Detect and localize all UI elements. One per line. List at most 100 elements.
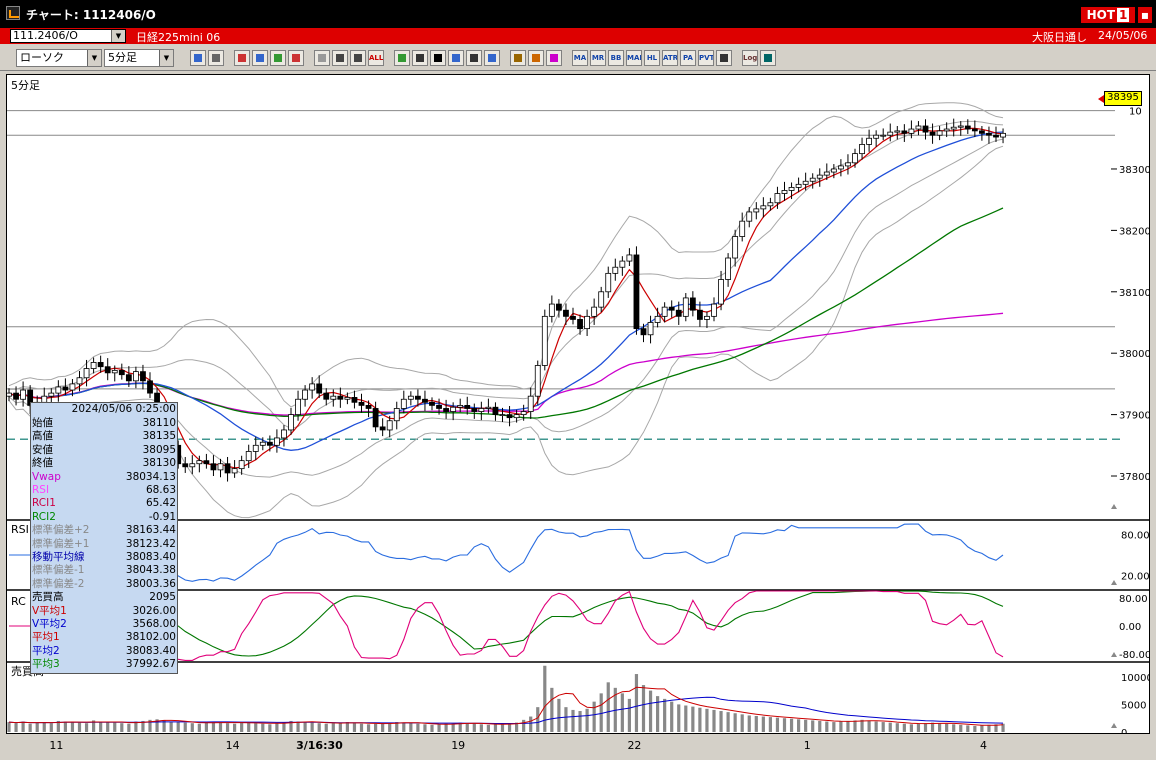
info-key: RCI1 (32, 497, 56, 510)
candle (626, 254, 633, 262)
volume-bar (726, 712, 730, 732)
trash-icon[interactable] (484, 50, 500, 66)
volume-bar (980, 725, 984, 732)
price-chart: 37800 37900 38000 38100 38200 38300 10 80.00 20.… (7, 79, 1149, 733)
candle (950, 126, 957, 130)
code-input[interactable]: 111.2406/O ▼ (10, 29, 126, 43)
volume-bar (28, 723, 32, 732)
candle (633, 254, 640, 330)
candle (104, 366, 111, 374)
log-icon[interactable]: Log (742, 50, 758, 66)
pa-icon[interactable]: PA (680, 50, 696, 66)
exit-glyph (764, 54, 772, 62)
chevron-down-icon[interactable]: ▼ (87, 50, 101, 66)
volume-bar (486, 724, 490, 732)
exit-icon[interactable] (760, 50, 776, 66)
candle (901, 130, 908, 134)
candle (873, 134, 880, 139)
volume-bar (345, 722, 349, 732)
candle (238, 460, 245, 470)
bar2-icon[interactable] (350, 50, 366, 66)
panel-label-rsi: RSI (11, 523, 29, 536)
candle (753, 208, 760, 213)
close-icon[interactable]: ▪ (1138, 7, 1152, 23)
app-chart-icon (6, 6, 20, 20)
hl-icon[interactable]: HL (644, 50, 660, 66)
info-key: 平均2 (32, 644, 60, 657)
candle (125, 374, 132, 382)
disabled-icon[interactable] (314, 50, 330, 66)
volume-bar (691, 706, 695, 732)
volume-bar (63, 721, 67, 732)
doc-icon[interactable] (466, 50, 482, 66)
candle (675, 309, 682, 317)
disabled-glyph (318, 54, 326, 62)
rci-tick-label: -80.00 (1119, 650, 1149, 661)
candle (252, 444, 259, 452)
zoom-icon[interactable] (190, 50, 206, 66)
volume-bar (303, 722, 307, 732)
chevron-down-icon[interactable]: ▼ (111, 30, 125, 42)
volume-bar (571, 709, 575, 732)
candle (718, 279, 724, 305)
rci-tick-label: 80.00 (1119, 594, 1148, 605)
candle (309, 383, 316, 391)
arrow-icon[interactable] (288, 50, 304, 66)
info-key: 標準偏差-2 (32, 577, 85, 590)
grid2-icon[interactable] (510, 50, 526, 66)
volume-bar (359, 723, 364, 732)
volume-bar (557, 698, 561, 732)
mae-icon[interactable]: MAE (626, 50, 642, 66)
ma-icon[interactable]: MA (572, 50, 588, 66)
compare-icon[interactable] (208, 50, 224, 66)
wrench-icon[interactable] (528, 50, 544, 66)
chart-type-select[interactable]: ローソク ▼ (16, 49, 102, 67)
line-icon[interactable] (412, 50, 428, 66)
chevron-down-icon[interactable]: ▼ (159, 50, 173, 66)
bar-icon[interactable] (332, 50, 348, 66)
info-value: 38110 (142, 417, 176, 429)
info-row: 標準偏差-2 38003.36 (32, 578, 176, 591)
volume-bar (620, 693, 624, 732)
candle (13, 392, 19, 400)
box-icon[interactable] (716, 50, 732, 66)
volume-bar (247, 722, 251, 732)
candle (520, 411, 527, 416)
color-icon[interactable] (546, 50, 562, 66)
info-row: 移動平均線 38083.40 (32, 551, 176, 564)
volume-bar (684, 705, 688, 732)
mr-icon[interactable]: MR (590, 50, 606, 66)
interval-select[interactable]: 5分足 ▼ (104, 49, 174, 67)
volume-bar (789, 718, 794, 732)
candle (351, 397, 358, 403)
atr-icon[interactable]: ATR (662, 50, 678, 66)
x-axis-label: 3/16:30 (296, 739, 343, 752)
info-datetime: 2024/05/06 0:25:00 (32, 403, 176, 416)
pvt-icon[interactable]: PVT (698, 50, 714, 66)
volume-bar (987, 724, 991, 732)
candle (605, 272, 612, 293)
info-row: 平均2 38083.40 (32, 645, 176, 658)
candle (647, 322, 654, 336)
pen-icon[interactable] (394, 50, 410, 66)
volume-bar (268, 724, 272, 732)
volume-bar (761, 716, 765, 732)
info-value: 38003.36 (125, 577, 176, 590)
volume-bar (923, 723, 928, 732)
volume-bar (317, 723, 321, 732)
candle (457, 404, 464, 408)
volume-bar (959, 724, 963, 732)
search-chart-icon[interactable] (252, 50, 268, 66)
hand-icon[interactable] (448, 50, 464, 66)
cursor-icon[interactable] (430, 50, 446, 66)
volume-bar (663, 698, 667, 732)
hot-button[interactable]: HOT 1 (1081, 7, 1135, 23)
grid-icon[interactable] (270, 50, 286, 66)
info-row: 標準偏差+2 38163.44 (32, 524, 176, 537)
all-icon[interactable]: ALL (368, 50, 384, 66)
candle-icon[interactable] (234, 50, 250, 66)
info-row: 高値 38135 (32, 430, 176, 443)
bb-icon[interactable]: BB (608, 50, 624, 66)
volume-bar (677, 704, 681, 732)
candle (704, 315, 710, 320)
